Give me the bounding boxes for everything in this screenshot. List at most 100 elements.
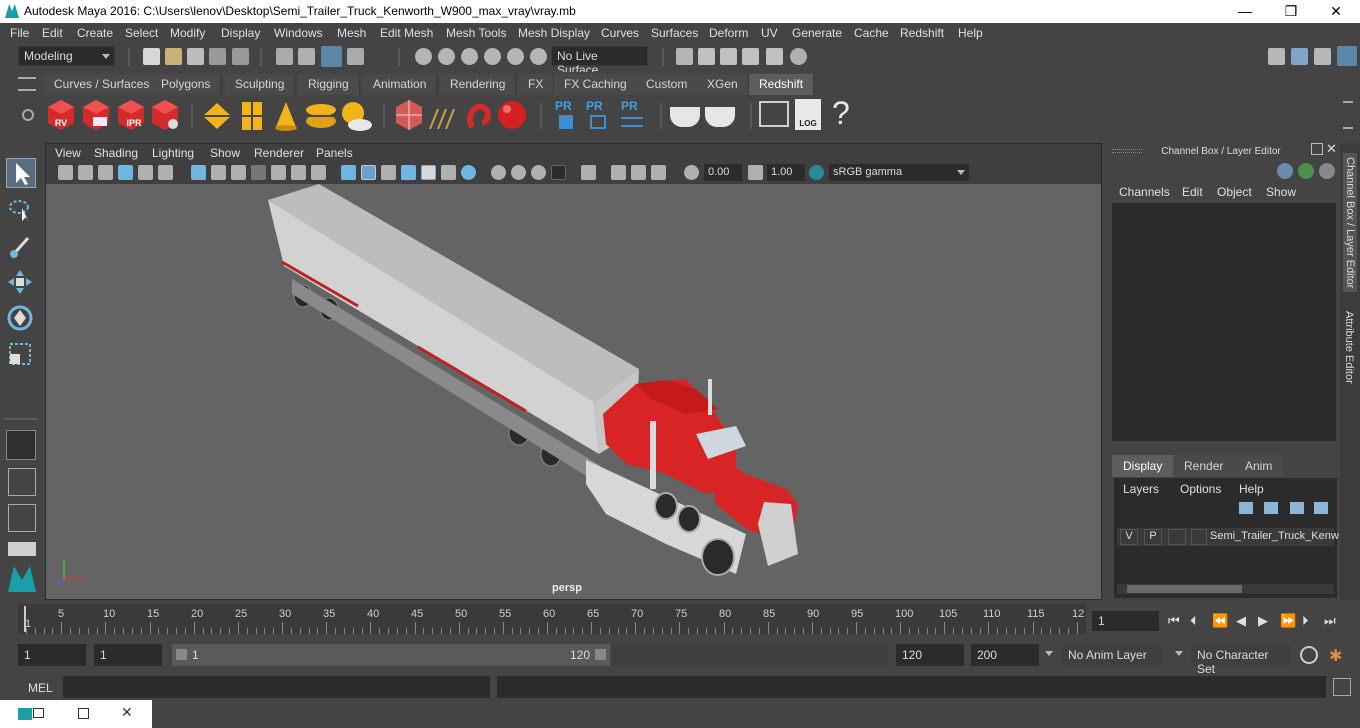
field-chart-icon[interactable]	[271, 165, 286, 180]
cb-menu-show[interactable]: Show	[1266, 185, 1296, 199]
menu-mesh-display[interactable]: Mesh Display	[518, 26, 590, 40]
layer-display-type-toggle[interactable]	[1168, 529, 1186, 545]
select-multi-icon[interactable]	[347, 48, 364, 65]
undo-icon[interactable]	[209, 48, 226, 65]
camera-attributes-icon[interactable]	[78, 165, 93, 180]
layer-scrollbar-thumb[interactable]	[1127, 585, 1242, 593]
toggle-tool-settings-icon[interactable]	[1314, 48, 1331, 65]
side-tab-channel-box[interactable]: Channel Box / Layer Editor	[1343, 153, 1357, 293]
close-button[interactable]: ✕	[1313, 0, 1359, 23]
scale-tool-icon[interactable]	[6, 340, 36, 370]
render-settings-icon[interactable]	[766, 48, 783, 65]
vp-menu-lighting[interactable]: Lighting	[152, 146, 194, 160]
close-icon[interactable]: ✕	[121, 704, 133, 721]
auto-key-icon[interactable]	[1300, 646, 1318, 664]
render-frame-icon[interactable]	[698, 48, 715, 65]
menu-redshift[interactable]: Redshift	[900, 26, 944, 40]
rs-pr-swap-button[interactable]: PR	[621, 99, 647, 127]
select-tool-icon[interactable]	[6, 158, 36, 188]
step-forward-key-icon[interactable]: ⏵	[1302, 613, 1324, 629]
use-all-lights-icon[interactable]	[421, 165, 436, 180]
rs-pr-proxy-button[interactable]: PR	[555, 99, 577, 129]
wireframe-icon[interactable]	[341, 165, 356, 180]
snap-view-icon[interactable]	[484, 48, 501, 65]
help-icon[interactable]: ?	[832, 95, 850, 132]
scene-start-field[interactable]: 1	[18, 644, 86, 666]
menu-deform[interactable]: Deform	[709, 26, 748, 40]
multisample-aa-icon[interactable]	[511, 165, 526, 180]
step-back-key-icon[interactable]: ⏴	[1190, 613, 1212, 629]
tab-fx[interactable]: FX	[518, 74, 555, 95]
maya-logo-icon[interactable]	[18, 708, 32, 720]
cb-menu-object[interactable]: Object	[1217, 185, 1252, 199]
paint-select-tool-icon[interactable]	[6, 232, 36, 262]
minimize-button[interactable]: —	[1222, 0, 1268, 23]
move-tool-icon[interactable]	[6, 268, 36, 298]
maya-logo-icon[interactable]	[6, 564, 38, 594]
select-component-icon[interactable]	[321, 46, 342, 67]
bookmark-icon[interactable]	[98, 165, 113, 180]
cb-menu-edit[interactable]: Edit	[1182, 185, 1203, 199]
go-to-start-icon[interactable]: ⏮	[1168, 613, 1190, 629]
shelf-settings-icon[interactable]	[22, 109, 34, 121]
range-end-handle[interactable]	[595, 649, 606, 660]
isolate-select-icon[interactable]	[581, 165, 596, 180]
xray-joints-icon[interactable]	[611, 165, 626, 180]
shelf-menu-icon[interactable]	[18, 77, 36, 91]
rs-bowl-icon[interactable]	[670, 107, 700, 127]
graph-layout-icon[interactable]	[8, 542, 36, 556]
maximize-button[interactable]: ❐	[1268, 0, 1314, 23]
color-space-dropdown[interactable]: sRGB gamma	[829, 164, 969, 181]
hypershade-icon[interactable]	[790, 48, 807, 65]
layer-menu-options[interactable]: Options	[1180, 482, 1221, 496]
redo-icon[interactable]	[232, 48, 249, 65]
playback-end-field[interactable]: 120	[896, 644, 964, 666]
restore-icon[interactable]	[33, 708, 44, 718]
layer-name[interactable]: Semi_Trailer_Truck_Kenw	[1210, 530, 1339, 542]
gamma-field[interactable]: 1.00	[767, 164, 805, 181]
new-layer-selected-icon[interactable]	[1314, 502, 1328, 514]
exposure-field[interactable]: 0.00	[704, 164, 742, 181]
safe-title-icon[interactable]	[311, 165, 326, 180]
snap-curve-icon[interactable]	[438, 48, 455, 65]
menu-surfaces[interactable]: Surfaces	[651, 26, 698, 40]
lasso-tool-icon[interactable]	[6, 196, 36, 226]
shadows-icon[interactable]	[441, 165, 456, 180]
channel-box-toggle-icon[interactable]	[1337, 46, 1357, 66]
select-object-icon[interactable]	[298, 48, 315, 65]
layer-row[interactable]: V P Semi_Trailer_Truck_Kenw	[1117, 528, 1339, 546]
chevron-down-icon[interactable]	[1045, 651, 1053, 656]
image-plane-icon[interactable]	[118, 165, 133, 180]
menu-select[interactable]: Select	[125, 26, 158, 40]
screen-space-ao-icon[interactable]	[461, 165, 476, 180]
gamma-icon[interactable]	[748, 165, 763, 180]
xray-icon[interactable]	[551, 165, 566, 180]
menu-help[interactable]: Help	[958, 26, 983, 40]
viewport-canvas[interactable]: persp	[46, 184, 1101, 599]
live-surface-field[interactable]: No Live Surface	[551, 46, 648, 77]
tab-render[interactable]: Render	[1173, 455, 1235, 477]
channel-box-options-icon[interactable]	[1277, 163, 1293, 179]
range-start-handle[interactable]	[176, 649, 187, 660]
go-to-end-icon[interactable]: ⏭	[1324, 613, 1346, 629]
tab-anim[interactable]: Anim	[1234, 455, 1284, 477]
vp-menu-show[interactable]: Show	[210, 146, 240, 160]
menu-edit-mesh[interactable]: Edit Mesh	[380, 26, 433, 40]
command-input[interactable]	[63, 676, 490, 698]
shelf-scroll-icon[interactable]	[1343, 101, 1353, 129]
xray-active-icon[interactable]	[631, 165, 646, 180]
workspace-icon[interactable]	[1268, 48, 1285, 65]
time-slider[interactable]: 1 5 10 15 20 25 30 35 40 45 50 55 60 65 …	[18, 604, 1086, 634]
film-gate-icon[interactable]	[211, 165, 226, 180]
tab-rigging[interactable]: Rigging	[298, 74, 360, 95]
color-management-icon[interactable]	[809, 165, 824, 180]
resolution-gate-icon[interactable]	[231, 165, 246, 180]
float-panel-icon[interactable]	[1311, 143, 1323, 155]
magnet-icon[interactable]	[530, 48, 547, 65]
cb-menu-channels[interactable]: Channels	[1119, 185, 1170, 199]
script-editor-icon[interactable]	[1333, 678, 1351, 696]
menu-file[interactable]: File	[10, 26, 29, 40]
mode-dropdown[interactable]: Modeling	[18, 46, 115, 66]
four-view-layout-icon[interactable]	[8, 468, 36, 496]
smooth-shade-icon[interactable]	[361, 165, 376, 180]
